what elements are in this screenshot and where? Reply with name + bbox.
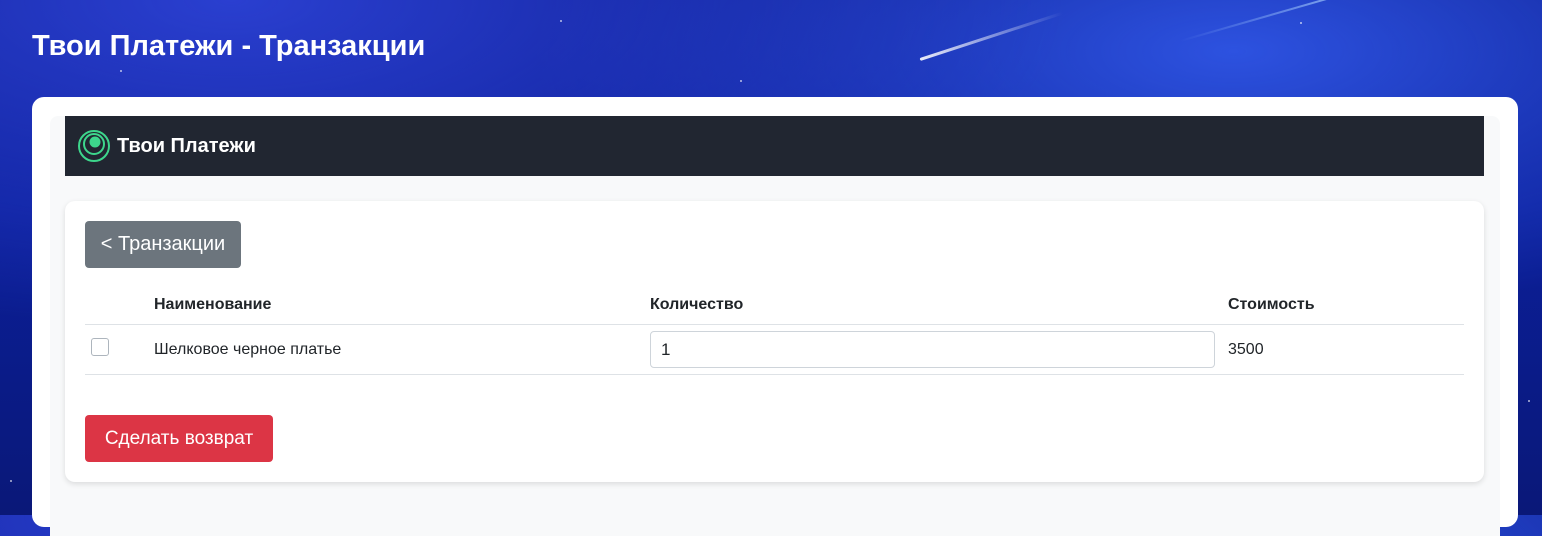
table-header-row: Наименование Количество Стоимость xyxy=(85,285,1464,325)
header-select xyxy=(85,285,154,325)
item-name: Шелковое черное платье xyxy=(154,324,650,375)
refund-button[interactable]: Сделать возврат xyxy=(85,415,273,462)
table-row: Шелковое черное платье 3500 xyxy=(85,324,1464,375)
star xyxy=(1528,400,1530,402)
items-table: Наименование Количество Стоимость Шелков… xyxy=(85,285,1464,375)
header-name: Наименование xyxy=(154,285,650,325)
app-panel: Твои Платежи < Транзакции Наименование К… xyxy=(50,116,1500,536)
row-checkbox[interactable] xyxy=(91,337,109,356)
navbar: Твои Платежи xyxy=(65,116,1484,176)
back-to-transactions-button[interactable]: < Транзакции xyxy=(85,221,241,268)
page-title: Твои Платежи - Транзакции xyxy=(32,30,426,62)
star xyxy=(740,80,742,82)
star xyxy=(560,20,562,22)
header-quantity: Количество xyxy=(650,285,1228,325)
main-container: Твои Платежи < Транзакции Наименование К… xyxy=(32,97,1518,536)
transaction-card: < Транзакции Наименование Количество Сто… xyxy=(65,201,1484,482)
light-streak xyxy=(1179,0,1508,42)
star xyxy=(120,70,122,72)
quantity-input[interactable] xyxy=(650,331,1215,368)
star xyxy=(1300,22,1302,24)
quantity-cell xyxy=(650,324,1228,375)
item-cost: 3500 xyxy=(1228,324,1464,375)
brand-name: Твои Платежи xyxy=(117,134,256,157)
brand[interactable]: Твои Платежи xyxy=(77,129,256,163)
header-cost: Стоимость xyxy=(1228,285,1464,325)
star xyxy=(10,480,12,482)
shooting-star xyxy=(919,11,1064,61)
row-select-cell xyxy=(85,324,154,375)
brand-logo-icon xyxy=(78,130,110,162)
